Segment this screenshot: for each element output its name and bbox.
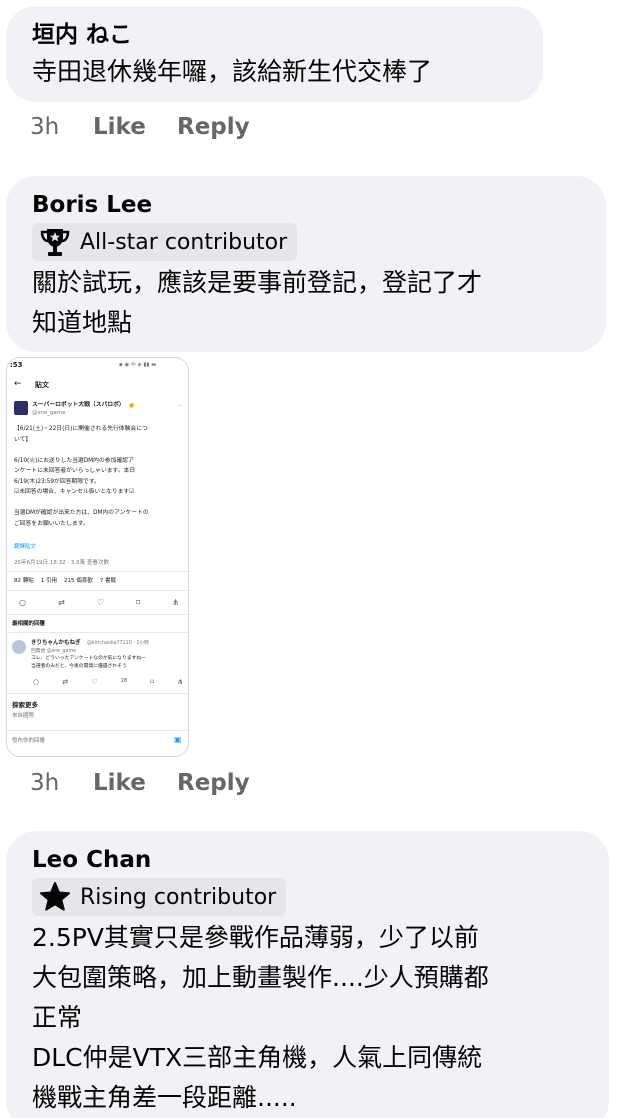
more-icon[interactable]: ⋯ bbox=[177, 402, 183, 411]
trophy-icon bbox=[40, 229, 70, 256]
stat-bookmarks[interactable]: 7 書籤 bbox=[100, 577, 116, 586]
post-body: 【6/21(土)・22日(日)に開催される先行体験会につ いて】 6/10(火)にお… bbox=[14, 424, 149, 529]
post-line: 6/10(火)にお送りした当選DM内の参加確認ア bbox=[14, 457, 134, 464]
contributor-badge[interactable]: All-star contributor bbox=[32, 223, 298, 261]
reply-icon[interactable]: ○ bbox=[33, 678, 39, 686]
comment-actions: 3h Like Reply bbox=[30, 770, 250, 796]
contributor-badge[interactable]: Rising contributor bbox=[32, 878, 287, 916]
account-avatar[interactable] bbox=[14, 401, 28, 415]
badge-label: All-star contributor bbox=[80, 229, 288, 255]
post-line: いて】 bbox=[14, 436, 32, 443]
explore-sub: 來自國際 bbox=[12, 713, 35, 719]
stat-reposts[interactable]: 82 轉貼 bbox=[14, 577, 34, 586]
comment-bubble: 垣内 ねこ 寺田退休幾年囉，該給新生代交棒了 bbox=[6, 6, 543, 102]
reply-avatar[interactable] bbox=[12, 640, 26, 654]
status-icons: ▪ ◉ ✉ ◈ ▮▮ ▬ bbox=[119, 362, 157, 368]
repost-icon[interactable]: ⇄ bbox=[62, 678, 68, 686]
status-time: :53 bbox=[10, 361, 23, 369]
bookmark-icon[interactable]: ⌑ bbox=[136, 598, 140, 607]
comment-author[interactable]: Boris Lee bbox=[32, 190, 580, 220]
back-arrow-icon[interactable]: ← bbox=[14, 380, 22, 389]
like-button[interactable]: Like bbox=[93, 114, 177, 140]
star-icon bbox=[40, 882, 70, 911]
post-line: 6/19(木)23:59が回答期限です。 bbox=[14, 478, 100, 485]
reply-action-bar: ○ ⇄ ♡ 28 ⌑ ⋔ bbox=[33, 678, 183, 686]
comment-text: 寺田退休幾年囉，該給新生代交棒了 bbox=[32, 57, 433, 86]
reply-body: コレ、どういったアンケートなのか気になりますねー 当選者のみだと、今後の開発に優遇… bbox=[31, 655, 146, 671]
attached-screenshot[interactable]: :53 ▪ ◉ ✉ ◈ ▮▮ ▬ ← 貼文 スーパーロボット大戦（スパロボ） ●… bbox=[6, 357, 189, 757]
reply-icon[interactable]: ○ bbox=[19, 598, 26, 607]
badge-label: Rising contributor bbox=[80, 884, 277, 910]
comment-actions: 3h Like Reply bbox=[30, 114, 250, 140]
heart-icon[interactable]: ♡ bbox=[97, 598, 104, 607]
comment-author[interactable]: 垣内 ねこ bbox=[32, 20, 517, 50]
reply-button[interactable]: Reply bbox=[177, 114, 250, 140]
stat-quotes[interactable]: 1 引用 bbox=[41, 577, 57, 586]
stat-likes[interactable]: 215 個喜歡 bbox=[64, 577, 93, 586]
reply-handle: @kirichanka77110 · 1小時 bbox=[87, 641, 149, 646]
comment-bubble: Boris Lee All-star contributor 關於試玩，應該是要… bbox=[6, 176, 606, 352]
sort-label[interactable]: 最相關的回覆 bbox=[12, 620, 45, 629]
comment-text: 2.5PV其實只是參戰作品薄弱，少了以前 大包圍策略，加上動畫製作....少人預… bbox=[32, 923, 489, 1112]
repost-icon[interactable]: ⇄ bbox=[58, 598, 65, 607]
reply-button[interactable]: Reply bbox=[177, 770, 250, 796]
comment-bubble: Leo Chan Rising contributor 2.5PV其實只是參戰作… bbox=[6, 831, 609, 1118]
share-icon[interactable]: ⋔ bbox=[177, 678, 183, 686]
post-meta: 25年6月19日 18:32 · 3.6萬 查看次數 bbox=[14, 560, 109, 566]
post-line bbox=[14, 498, 149, 509]
comment-timestamp[interactable]: 3h bbox=[30, 770, 93, 796]
share-icon[interactable]: ⋔ bbox=[172, 598, 179, 607]
post-line: ☑未回答の場合、キャンセル扱いとなります☑ bbox=[14, 489, 135, 495]
account-handle: @srw_game bbox=[32, 410, 66, 416]
reply-line: 当選者のみだと、今後の開発に優遇されそう bbox=[31, 664, 127, 669]
comment-author[interactable]: Leo Chan bbox=[32, 845, 583, 875]
comment-timestamp[interactable]: 3h bbox=[30, 114, 93, 140]
explore-heading: 探索更多 bbox=[12, 701, 38, 709]
compose-reply-input[interactable]: 發布你的回覆 bbox=[12, 737, 45, 746]
post-line: 【6/21(土)・22日(日)に開催される先行体験会につ bbox=[14, 426, 148, 432]
post-action-bar: ○ ⇄ ♡ ⌑ ⋔ bbox=[19, 598, 179, 607]
post-line: ンケートに未回答者がいらっしゃいます。本日 bbox=[14, 468, 136, 474]
post-line: ご回答をお願いいたします。 bbox=[14, 520, 89, 527]
bookmark-icon[interactable]: ⌑ bbox=[150, 678, 154, 686]
heart-icon[interactable]: ♡ bbox=[91, 678, 97, 686]
post-line bbox=[14, 445, 149, 456]
reply-line: コレ、どういったアンケートなのか気になりますねー bbox=[31, 656, 146, 661]
like-button[interactable]: Like bbox=[93, 770, 177, 796]
comment-text: 關於試玩，應該是要事前登記，登記了才 知道地點 bbox=[32, 268, 483, 337]
post-header: 貼文 bbox=[35, 381, 49, 389]
verified-badge-icon: ● bbox=[129, 402, 135, 409]
post-line: 当選DMが確認が出来た方は、DM内のアンケートの bbox=[14, 510, 149, 516]
views-count: 28 bbox=[120, 678, 128, 684]
translate-link[interactable]: 翻譯貼文 bbox=[14, 543, 36, 552]
post-stats: 82 轉貼 1 引用 215 個喜歡 7 書籤 bbox=[14, 577, 116, 586]
image-icon[interactable]: ▣ bbox=[174, 735, 182, 744]
